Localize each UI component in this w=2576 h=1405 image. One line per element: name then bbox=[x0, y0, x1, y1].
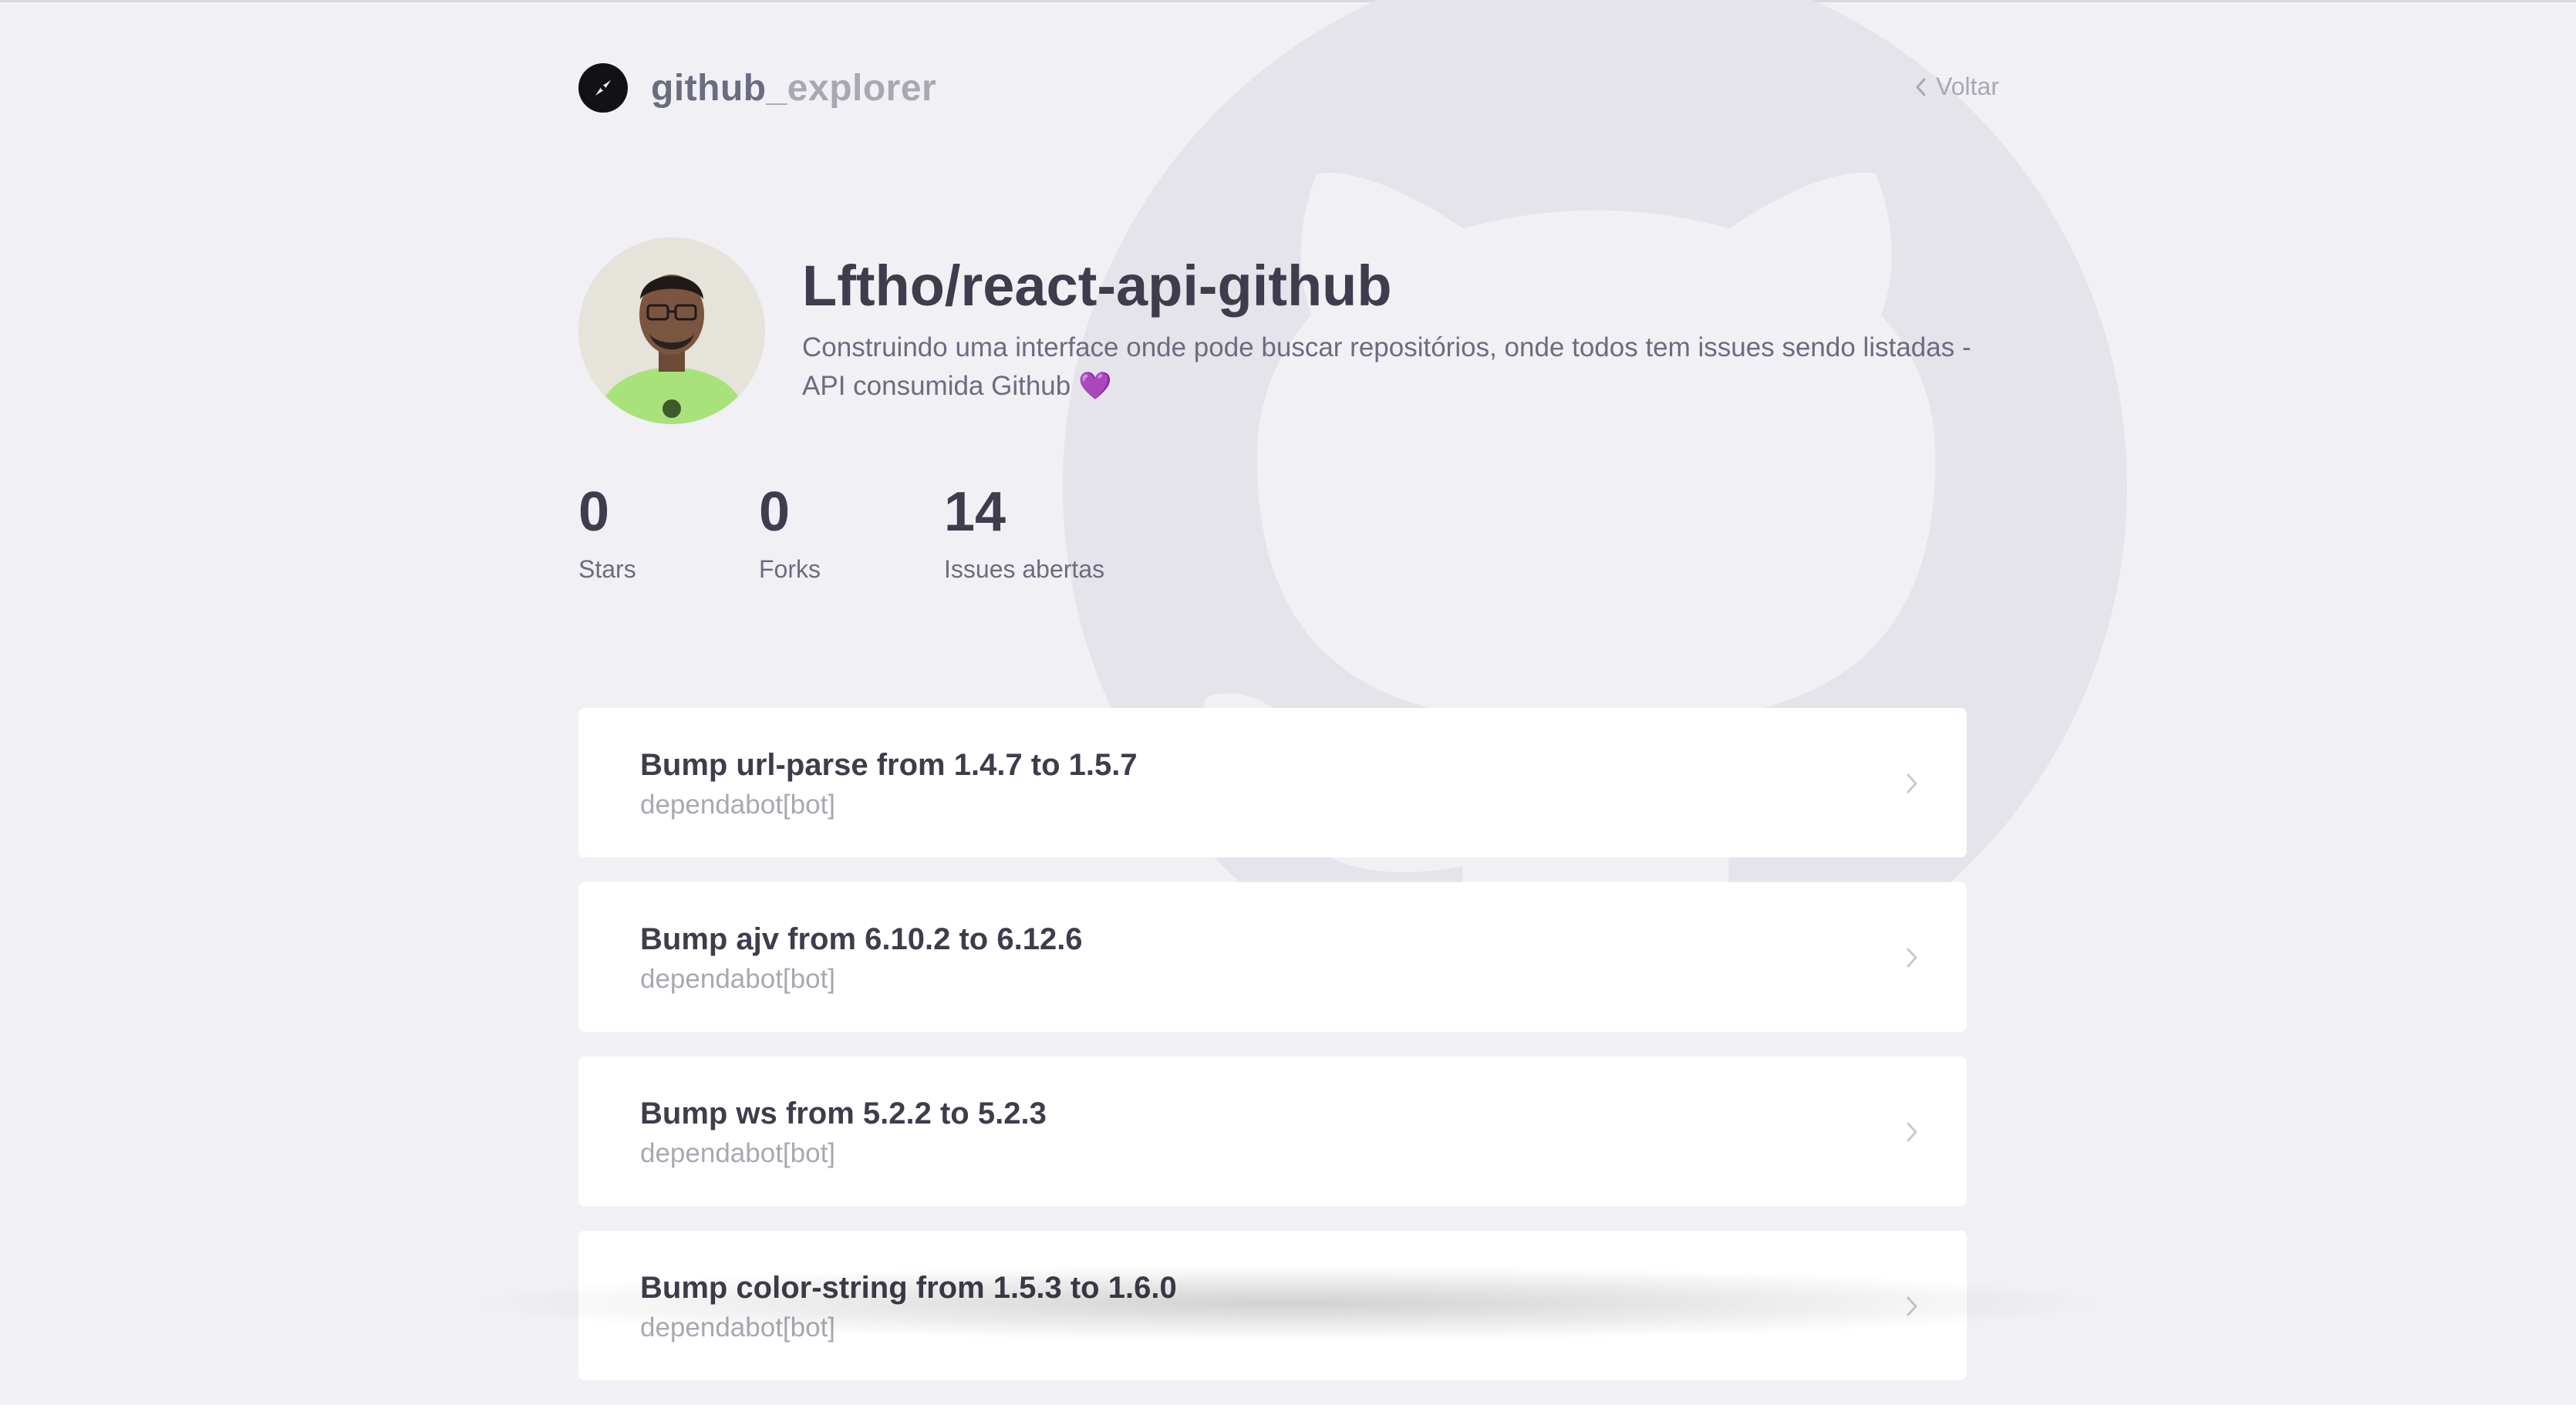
stat-label: Issues abertas bbox=[944, 555, 1105, 583]
chevron-right-icon bbox=[1907, 773, 1917, 793]
stat-stars: 0 Stars bbox=[578, 484, 759, 584]
issue-title: Bump ws from 5.2.2 to 5.2.3 bbox=[640, 1097, 1047, 1130]
chevron-right-icon bbox=[1907, 1122, 1917, 1142]
app-name-main: github bbox=[651, 67, 767, 109]
avatar bbox=[578, 238, 765, 424]
compass-icon bbox=[578, 63, 628, 113]
stat-label: Stars bbox=[578, 555, 636, 583]
issue-author: dependabot[bot] bbox=[640, 790, 836, 820]
app-logo[interactable]: github_explorer bbox=[578, 63, 936, 113]
repository-description: Construindo uma interface onde pode busc… bbox=[802, 332, 1971, 401]
chevron-left-icon bbox=[1916, 78, 1926, 96]
issue-author: dependabot[bot] bbox=[640, 1138, 836, 1168]
issue-item[interactable]: Bump color-string from 1.5.3 to 1.6.0 de… bbox=[578, 1231, 1967, 1380]
stat-label: Forks bbox=[759, 555, 821, 583]
page-container: github_explorer Voltar Lftho/react-api-g… bbox=[578, 0, 1999, 1380]
stat-open-issues: 14 Issues abertas bbox=[944, 484, 1104, 584]
stat-value: 0 bbox=[759, 481, 791, 543]
stat-forks: 0 Forks bbox=[759, 484, 944, 584]
header: github_explorer Voltar bbox=[578, 63, 1999, 117]
repository-info: Lftho/react-api-github Construindo uma i… bbox=[578, 238, 1999, 424]
issue-item[interactable]: Bump ajv from 6.10.2 to 6.12.6 dependabo… bbox=[578, 882, 1967, 1032]
issue-title: Bump color-string from 1.5.3 to 1.6.0 bbox=[640, 1271, 1177, 1305]
issue-title: Bump url-parse from 1.4.7 to 1.5.7 bbox=[640, 748, 1138, 782]
chevron-right-icon bbox=[1907, 948, 1917, 968]
stat-value: 14 bbox=[944, 481, 1006, 543]
issue-item[interactable]: Bump url-parse from 1.4.7 to 1.5.7 depen… bbox=[578, 708, 1967, 857]
app-name-accent: _explorer bbox=[766, 67, 937, 109]
issue-author: dependabot[bot] bbox=[640, 1312, 836, 1343]
repository-stats: 0 Stars 0 Forks 14 Issues abertas bbox=[578, 484, 1104, 584]
stat-value: 0 bbox=[578, 481, 610, 543]
back-button[interactable]: Voltar bbox=[1914, 72, 1999, 101]
issue-item[interactable]: Bump ws from 5.2.2 to 5.2.3 dependabot[b… bbox=[578, 1056, 1967, 1206]
repository-title: Lftho/react-api-github bbox=[802, 254, 1392, 318]
issue-author: dependabot[bot] bbox=[640, 964, 836, 994]
repository-text: Lftho/react-api-github Construindo uma i… bbox=[802, 258, 2005, 406]
app-name: github_explorer bbox=[651, 67, 936, 110]
issue-title: Bump ajv from 6.10.2 to 6.12.6 bbox=[640, 922, 1083, 956]
back-label: Voltar bbox=[1936, 72, 1999, 100]
issues-list: Bump url-parse from 1.4.7 to 1.5.7 depen… bbox=[578, 708, 1967, 1405]
